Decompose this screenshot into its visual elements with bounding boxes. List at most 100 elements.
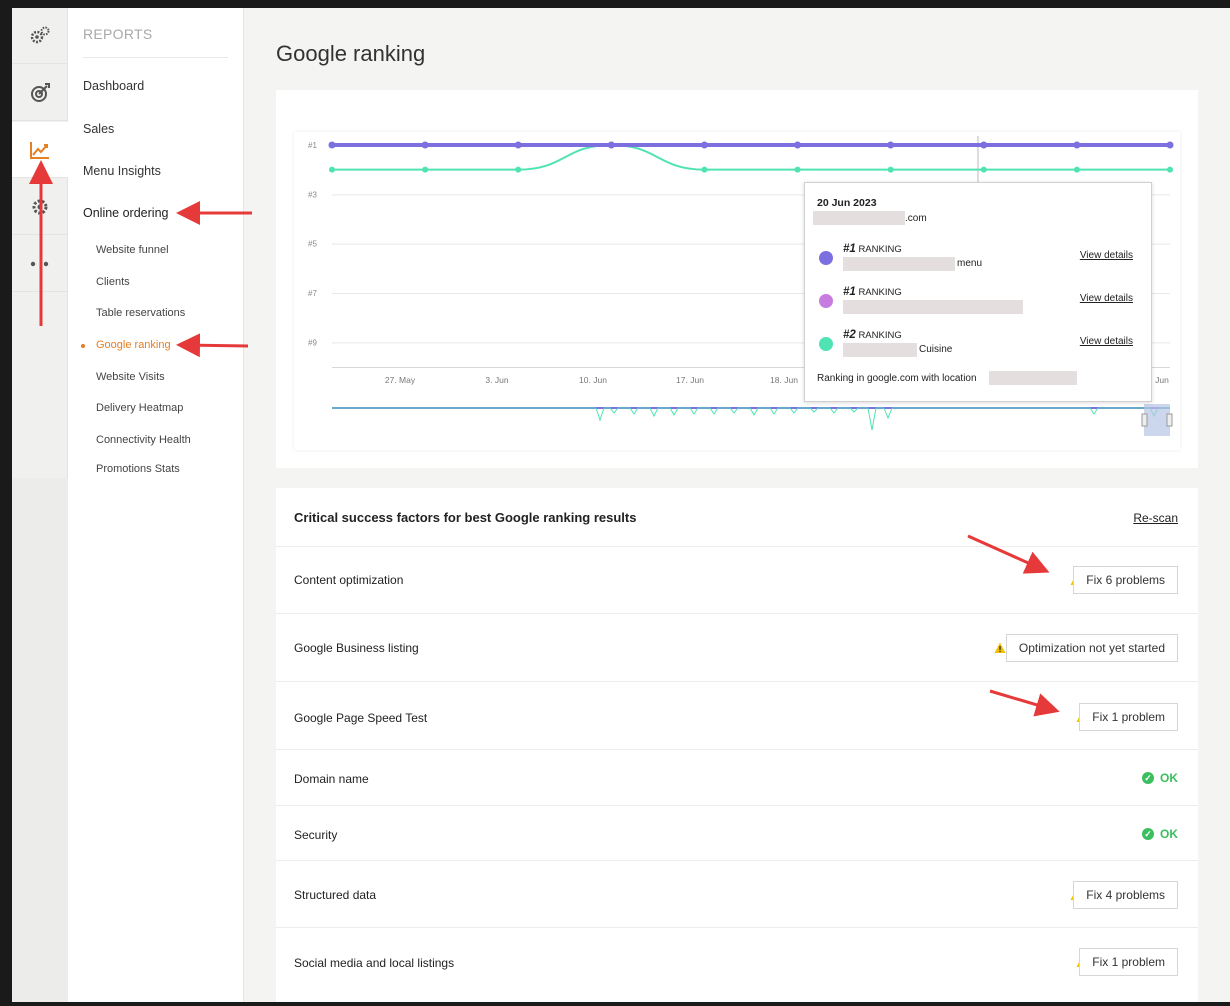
data-point [980,166,987,173]
navigator-series-line [332,407,1170,431]
data-point [421,141,429,149]
fix-problems-button[interactable]: Fix 4 problems [1073,881,1178,909]
tooltip-row: #2 RANKING Cuisine View details [817,329,1139,365]
data-point [1167,166,1173,173]
chart-tooltip: 20 Jun 2023 .com #1 RANKING menu View de… [804,182,1152,402]
data-point [1073,166,1080,173]
icon-rail [12,8,68,478]
submenu-title: REPORTS [83,26,153,42]
data-point [980,141,988,149]
data-point [514,141,522,149]
x-tick-label: 3. Jun [485,375,508,385]
x-tick-label: 10. Jun [579,375,607,385]
y-tick-label: #5 [308,240,317,249]
main-content: Google ranking #1 #3 #5 #7 #9 27. May 3. Jun 10… [244,8,1230,1002]
y-tick-label: #7 [308,289,317,298]
factor-label: Google Page Speed Test [294,711,428,725]
view-details-link[interactable]: View details [1080,293,1133,304]
factor-label: Google Business listing [294,641,419,655]
tooltip-rank: #2 RANKING [843,329,902,341]
data-point [328,141,336,149]
menu-item-clients[interactable]: Clients [96,276,130,288]
x-tick-label: 27. May [385,375,416,385]
optimization-status-button[interactable]: Optimization not yet started [1005,634,1178,662]
menu-item-website-visits[interactable]: Website Visits [96,371,165,383]
check-circle-icon: ✓ [1142,772,1154,784]
fix-problems-button[interactable]: Fix 1 problem [1079,703,1178,731]
warning-icon [994,642,1006,653]
redacted-domain [813,211,905,225]
y-tick-label: #9 [308,338,317,347]
factor-row-structured-data: Structured data Fix 4 problems [276,860,1198,927]
gears-icon[interactable] [12,8,68,64]
rail-background [12,478,68,1002]
ranking-chart-panel: #1 #3 #5 #7 #9 27. May 3. Jun 10. Jun 17. Jun 18.… [276,90,1198,468]
factor-row-google-page-speed: Google Page Speed Test Fix 1 problem [276,681,1198,749]
menu-item-connectivity-health[interactable]: Connectivity Health [96,434,191,446]
data-point [701,166,708,173]
factor-label: Social media and local listings [294,956,455,970]
check-circle-icon: ✓ [1142,828,1154,840]
factor-label: Structured data [294,888,377,902]
app-window: REPORTS Dashboard Sales Menu Insights On… [12,8,1230,1002]
factors-header: Critical success factors for best Google… [276,488,1198,546]
more-icon[interactable] [12,236,68,292]
data-point [794,166,801,173]
tooltip-rank: #1 RANKING [843,286,902,298]
menu-item-menu-insights[interactable]: Menu Insights [83,164,161,178]
gear-icon[interactable] [12,179,68,235]
data-point [700,141,708,149]
navigator-handle [1166,413,1173,427]
factor-row-social-media: Social media and local listings Fix 1 pr… [276,927,1198,1002]
menu-item-online-ordering[interactable]: Online ordering [83,206,168,220]
tooltip-row: #1 RANKING menu View details [817,243,1139,279]
data-point [607,141,615,149]
factors-title: Critical success factors for best Google… [294,510,637,525]
rescan-link[interactable]: Re-scan [1133,511,1178,525]
menu-item-promotions-stats[interactable]: Promotions Stats [96,463,180,475]
page-title: Google ranking [276,41,426,66]
factor-label: Content optimization [294,573,404,587]
target-icon[interactable] [12,65,68,121]
data-point [515,166,522,173]
factor-row-google-business-listing: Google Business listing Optimization not… [276,613,1198,681]
x-tick-label: Jun [1155,375,1169,385]
factor-row-security: Security ✓ OK [276,805,1198,860]
tooltip-row: #1 RANKING View details [817,286,1139,322]
menu-item-website-funnel[interactable]: Website funnel [96,244,169,256]
series-bullet [819,337,833,351]
menu-item-dashboard[interactable]: Dashboard [83,79,144,93]
tooltip-suffix: Cuisine [919,344,953,355]
menu-item-sales[interactable]: Sales [83,122,114,136]
success-factors-panel: Critical success factors for best Google… [276,488,1198,1002]
view-details-link[interactable]: View details [1080,250,1133,261]
redacted-location [989,371,1077,385]
navigator-range-selector [1144,404,1170,436]
redacted-name [843,300,1023,314]
chart-line-icon[interactable] [12,122,68,178]
series-bullet [819,251,833,265]
factor-row-domain-name: Domain name ✓ OK [276,749,1198,805]
fix-problems-button[interactable]: Fix 1 problem [1079,948,1178,976]
series-bullet [819,294,833,308]
ranking-chart: #1 #3 #5 #7 #9 27. May 3. Jun 10. Jun 17. Jun 18.… [294,132,1180,450]
factor-label: Domain name [294,772,369,786]
menu-item-delivery-heatmap[interactable]: Delivery Heatmap [96,402,183,414]
redacted-name [843,257,955,271]
fix-problems-button[interactable]: Fix 6 problems [1073,566,1178,594]
y-tick-label: #3 [308,190,317,199]
factor-row-content-optimization: Content optimization Fix 6 problems [276,546,1198,613]
tooltip-domain-suffix: .com [905,213,927,224]
x-tick-label: 17. Jun [676,375,704,385]
data-point [794,141,802,149]
tooltip-footer: Ranking in google.com with location [817,373,977,384]
tooltip-suffix: menu [957,258,983,269]
menu-item-table-reservations[interactable]: Table reservations [96,307,185,319]
tooltip-rank: #1 RANKING [843,243,902,255]
ok-status: ✓ OK [1142,827,1178,841]
data-point [887,166,894,173]
reports-submenu: REPORTS Dashboard Sales Menu Insights On… [68,8,244,1002]
menu-item-google-ranking[interactable]: Google ranking [96,339,171,351]
x-tick-label: 18. Jun [770,375,798,385]
view-details-link[interactable]: View details [1080,336,1133,347]
